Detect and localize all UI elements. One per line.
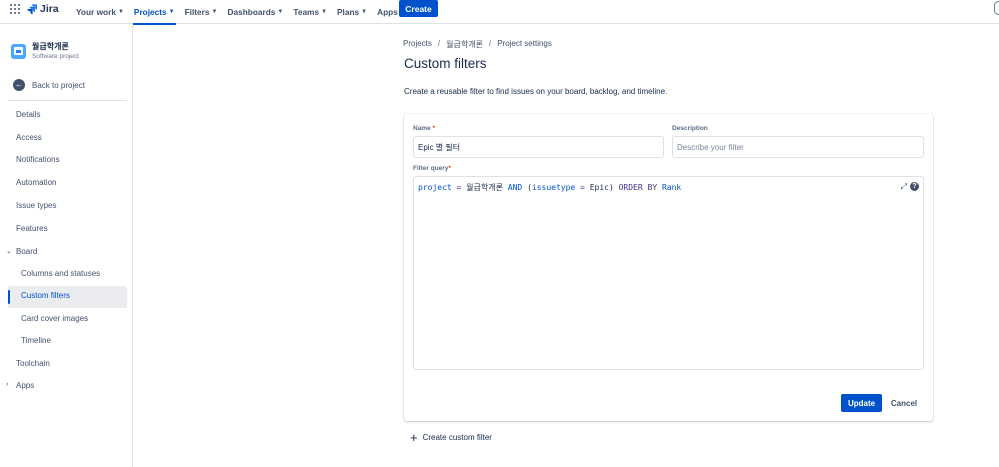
back-to-project-label: Back to project [32, 81, 85, 90]
breadcrumb-project[interactable]: 월급학개론 [446, 39, 483, 50]
create-custom-filter-button[interactable]: + Create custom filter [410, 431, 492, 444]
description-field[interactable]: Describe your filter [672, 136, 924, 158]
chevron-down-icon: ▼ [321, 9, 327, 15]
chevron-down-icon: ▼ [212, 9, 218, 15]
filter-form-card: Name * Epic 별 필터 Description Describe yo… [404, 114, 933, 421]
jql-operator: = [452, 183, 466, 192]
back-to-project-link[interactable]: ← Back to project [13, 79, 85, 91]
nav-plans-label: Plans [337, 7, 359, 17]
nav-apps-label: Apps [377, 7, 398, 17]
create-button[interactable]: Create [399, 0, 438, 17]
chevron-down-icon: ▼ [277, 9, 283, 15]
jql-keyword: ORDER BY [619, 183, 658, 192]
nav-dashboards[interactable]: Dashboards▼ [222, 0, 288, 24]
jira-logo-icon [27, 4, 37, 14]
page-description: Create a reusable filter to find issues … [404, 87, 667, 96]
project-header[interactable]: 월급학개론 Software project [11, 42, 79, 62]
name-field[interactable]: Epic 별 필터 [413, 136, 664, 158]
nav-filters[interactable]: Filters▼ [180, 0, 223, 24]
jql-value: Epic) [590, 183, 619, 192]
jql-field: Rank [662, 183, 681, 192]
project-name: 월급학개론 [32, 42, 79, 52]
description-placeholder: Describe your filter [677, 143, 744, 152]
filter-query-editor[interactable]: project = 월급학개론 AND (issuetype = Epic) O… [413, 176, 924, 370]
page-title: Custom filters [404, 56, 487, 71]
chevron-right-icon[interactable]: › [6, 381, 8, 388]
nav-projects[interactable]: Projects▼ [129, 0, 180, 24]
sidebar-item-issue-types[interactable]: Issue types [16, 201, 56, 210]
breadcrumb-separator: / [489, 39, 491, 50]
app-switcher-icon[interactable] [10, 4, 20, 14]
filter-query-label-text: Filter query [413, 165, 448, 172]
profile-avatar[interactable] [994, 1, 999, 15]
breadcrumb-separator: / [438, 39, 440, 50]
project-sidebar: 월급학개론 Software project ← Back to project… [0, 25, 133, 467]
name-label-text: Name [413, 125, 431, 132]
jql-value: 월급학개론 [466, 183, 508, 192]
nav-filters-label: Filters [185, 7, 210, 17]
sidebar-item-columns-statuses[interactable]: Columns and statuses [21, 269, 100, 278]
arrow-left-icon: ← [13, 79, 25, 91]
sidebar-item-automation[interactable]: Automation [16, 178, 56, 187]
sidebar-item-access[interactable]: Access [16, 133, 42, 142]
sidebar-item-features[interactable]: Features [16, 224, 48, 233]
required-mark: * [433, 125, 436, 132]
sidebar-item-notifications[interactable]: Notifications [16, 155, 60, 164]
nav-your-work[interactable]: Your work▼ [71, 0, 129, 24]
top-navigation: Jira Your work▼ Projects▼ Filters▼ Dashb… [0, 0, 999, 24]
plus-icon: + [410, 431, 418, 444]
jql-field: issuetype [532, 183, 575, 192]
breadcrumb-projects[interactable]: Projects [403, 39, 432, 50]
nav-teams[interactable]: Teams▼ [288, 0, 332, 24]
filter-query-label: Filter query* [413, 165, 451, 172]
description-label: Description [672, 125, 708, 132]
jql-field: project [418, 183, 452, 192]
jql-query-text: project = 월급학개론 AND (issuetype = Epic) O… [418, 182, 681, 193]
cancel-button[interactable]: Cancel [888, 394, 920, 412]
help-icon[interactable]: ? [910, 182, 919, 191]
sidebar-item-toolchain[interactable]: Toolchain [16, 359, 50, 368]
sidebar-item-timeline[interactable]: Timeline [21, 336, 51, 345]
project-icon [11, 44, 26, 59]
sidebar-active-indicator [8, 290, 10, 304]
nav-plans[interactable]: Plans▼ [332, 0, 372, 24]
breadcrumb: Projects / 월급학개론 / Project settings [403, 39, 552, 50]
chevron-down-icon: ▼ [169, 9, 175, 15]
required-mark: * [448, 165, 451, 172]
jql-paren: ( [522, 183, 532, 192]
nav-dashboards-label: Dashboards [227, 7, 275, 17]
nav-teams-label: Teams [293, 7, 319, 17]
chevron-down-icon[interactable]: ⌄ [6, 247, 12, 255]
create-custom-filter-label: Create custom filter [423, 433, 492, 442]
sidebar-item-custom-filters[interactable]: Custom filters [21, 291, 70, 300]
jql-operator: = [575, 183, 589, 192]
nav-projects-label: Projects [134, 7, 167, 17]
nav-your-work-label: Your work [76, 7, 116, 17]
name-label: Name * [413, 125, 435, 132]
sidebar-divider [8, 100, 127, 101]
jira-logo[interactable]: Jira [27, 3, 59, 15]
update-button[interactable]: Update [841, 394, 882, 412]
chevron-down-icon: ▼ [118, 9, 124, 15]
sidebar-item-card-cover-images[interactable]: Card cover images [21, 314, 88, 323]
sidebar-item-board[interactable]: Board [16, 247, 37, 256]
sidebar-item-apps[interactable]: Apps [16, 381, 34, 390]
jql-keyword: AND [508, 183, 522, 192]
expand-icon[interactable]: ⤢ [901, 182, 907, 192]
project-type: Software project [32, 52, 79, 62]
name-field-value: Epic 별 필터 [418, 142, 460, 153]
chevron-down-icon: ▼ [361, 9, 367, 15]
breadcrumb-project-settings[interactable]: Project settings [497, 39, 552, 50]
sidebar-item-details[interactable]: Details [16, 110, 40, 119]
logo-text: Jira [40, 3, 59, 15]
